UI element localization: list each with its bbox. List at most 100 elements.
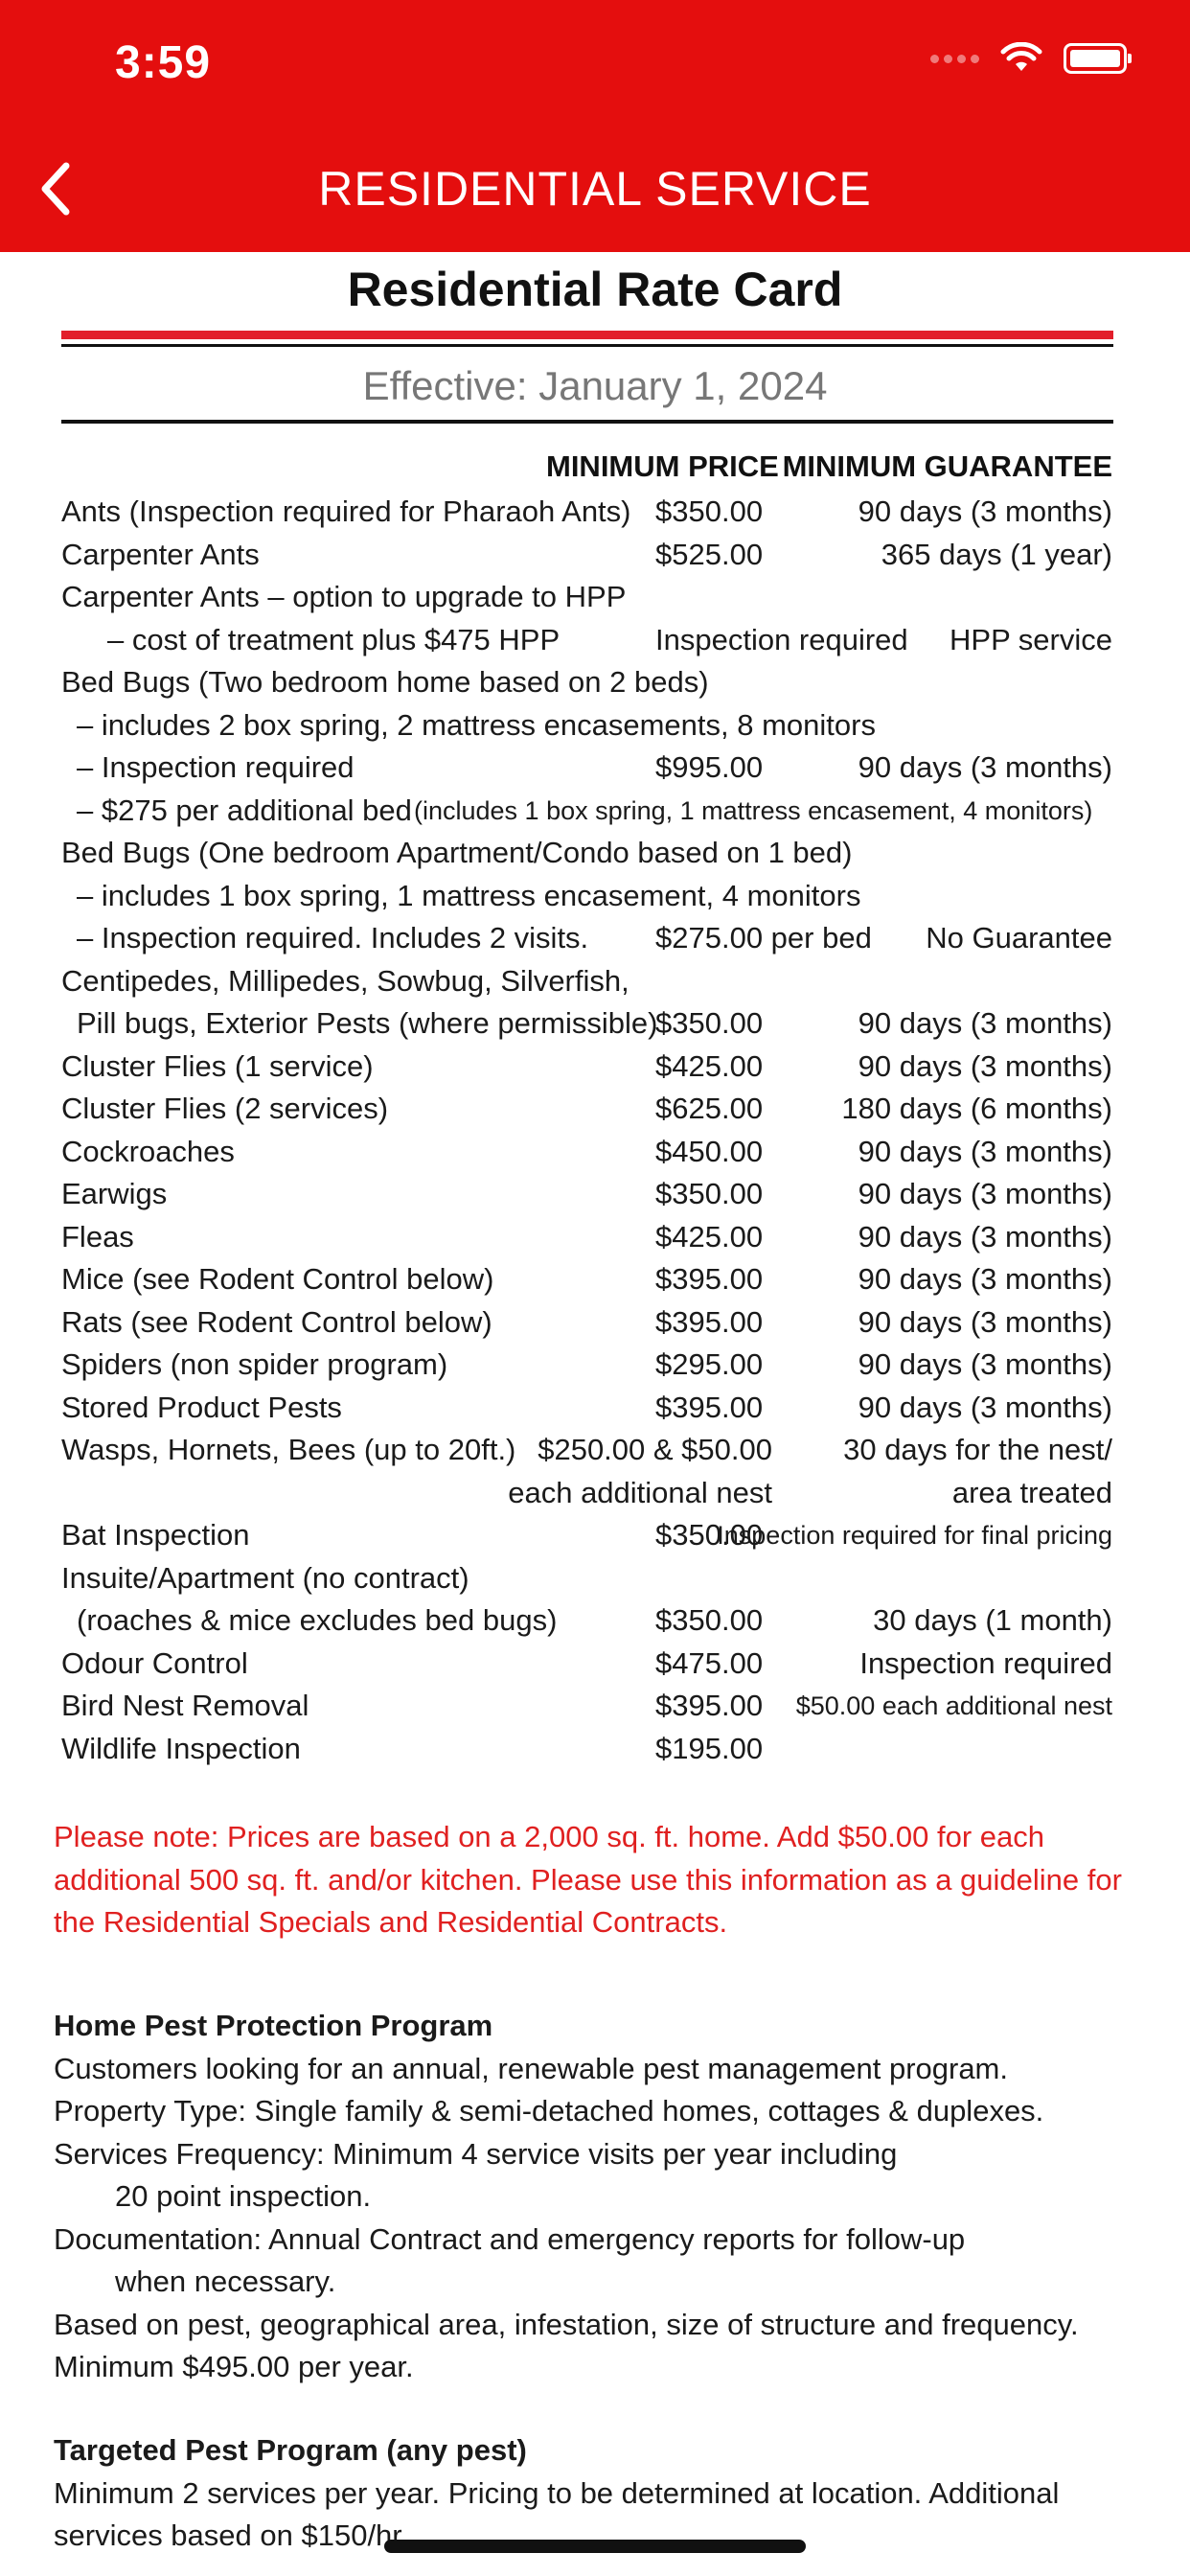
column-header-price: MINIMUM PRICE	[546, 449, 779, 483]
rate-label: – includes 1 box spring, 1 mattress enca…	[77, 878, 861, 912]
rate-card-document[interactable]: Residential Rate Card Effective: January…	[0, 252, 1190, 2576]
wifi-icon	[1000, 42, 1042, 71]
rate-price: $425.00	[655, 1048, 764, 1083]
rate-guarantee: No Guarantee	[926, 921, 1112, 954]
rate-row: Carpenter Ants $525.00 365 days (1 year)	[0, 534, 1190, 577]
rate-price: Inspection required	[655, 622, 908, 656]
battery-icon	[1064, 43, 1132, 74]
hpp-line: Property Type: Single family & semi-deta…	[54, 2094, 1044, 2128]
rate-price: $425.00	[655, 1219, 764, 1254]
rate-label: Bed Bugs (Two bedroom home based on 2 be…	[61, 665, 709, 699]
rate-guarantee: 90 days (3 months)	[858, 1177, 1112, 1210]
rate-guarantee: 90 days (3 months)	[858, 1048, 1112, 1083]
rate-guarantee: 90 days (3 months)	[858, 1219, 1112, 1254]
rate-guarantee: Inspection required	[859, 1645, 1112, 1680]
pricing-note: Please note: Prices are based on a 2,000…	[54, 1820, 1122, 1939]
divider	[61, 420, 1113, 424]
rate-row: – cost of treatment plus $475 HPP Inspect…	[0, 619, 1190, 662]
rate-label: Rats (see Rodent Control below)	[61, 1304, 492, 1339]
rate-label: Earwigs	[61, 1177, 168, 1210]
rate-row: Earwigs $350.00 90 days (3 months)	[0, 1173, 1190, 1216]
rate-row: Bat Inspection $350.00 Inspection required…	[0, 1514, 1190, 1557]
rate-label: Wildlife Inspection	[61, 1731, 301, 1765]
rate-price: $995.00	[655, 750, 764, 784]
tpp-heading: Targeted Pest Program (any pest)	[54, 2433, 527, 2467]
rate-price: $395.00	[655, 1689, 764, 1722]
rate-row: – Inspection required. Includes 2 visits…	[0, 917, 1190, 960]
column-header-guarantee: MINIMUM GUARANTEE	[782, 449, 1112, 483]
rate-price: $395.00	[655, 1390, 764, 1424]
rate-row: Bird Nest Removal $395.00 $50.00 each addi…	[0, 1685, 1190, 1728]
rate-price: $295.00	[655, 1347, 764, 1381]
rate-guarantee: HPP service	[950, 622, 1112, 656]
tpp-section: Targeted Pest Program (any pest) Minimum…	[54, 2429, 1146, 2558]
status-time: 3:59	[115, 37, 212, 88]
rate-price: $275.00 per bed	[655, 921, 872, 954]
rate-guarantee: Inspection required for final pricing	[717, 1521, 1112, 1550]
rate-row: each additional nest area treated	[0, 1472, 1190, 1515]
hpp-line: Services Frequency: Minimum 4 service vi…	[54, 2136, 898, 2171]
home-indicator	[384, 2540, 806, 2553]
rate-row: (roaches & mice excludes bed bugs) $350.0…	[0, 1599, 1190, 1643]
divider-red	[61, 331, 1113, 339]
rate-row: Spiders (non spider program) $295.00 90 da…	[0, 1344, 1190, 1387]
rate-label: – $275 per additional bed	[77, 793, 412, 827]
status-icons	[930, 42, 1132, 75]
hpp-line: 20 point inspection.	[115, 2179, 372, 2213]
tpp-line: Minimum 2 services per year. Pricing to …	[54, 2475, 1060, 2510]
rate-label: Centipedes, Millipedes, Sowbug, Silverfi…	[61, 963, 629, 998]
rate-row: Fleas $425.00 90 days (3 months)	[0, 1216, 1190, 1259]
rate-label-note: (includes 1 box spring, 1 mattress encas…	[414, 795, 1093, 825]
rate-label: Carpenter Ants	[61, 537, 260, 571]
app-header: 3:59 RESIDENTIAL SERVICE	[0, 0, 1190, 252]
rate-row: Bed Bugs (One bedroom Apartment/Condo ba…	[0, 832, 1190, 875]
rate-price: $625.00	[655, 1092, 764, 1125]
page-title: RESIDENTIAL SERVICE	[318, 162, 872, 216]
rate-row: – Inspection required $995.00 90 days (3 m…	[0, 747, 1190, 790]
signal-icon	[930, 54, 979, 63]
rate-guarantee: 90 days (3 months)	[858, 1134, 1112, 1168]
divider-thin	[61, 344, 1113, 347]
rate-price: $395.00	[655, 1304, 764, 1339]
rate-price: $450.00	[655, 1134, 764, 1168]
rate-row: – includes 1 box spring, 1 mattress enca…	[0, 875, 1190, 918]
rate-label: Stored Product Pests	[61, 1390, 342, 1424]
rate-guarantee: 365 days (1 year)	[881, 537, 1112, 571]
rate-guarantee: 90 days (3 months)	[858, 494, 1112, 528]
rate-label: – includes 2 box spring, 2 mattress enca…	[77, 707, 876, 742]
rate-label: (roaches & mice excludes bed bugs)	[77, 1603, 558, 1637]
rate-row: Mice (see Rodent Control below) $395.00 90…	[0, 1258, 1190, 1301]
rate-label: Mice (see Rodent Control below)	[61, 1262, 494, 1296]
rate-row: Rats (see Rodent Control below) $395.00 90…	[0, 1301, 1190, 1345]
rate-price: $350.00	[655, 1006, 764, 1040]
rate-label: Insuite/Apartment (no contract)	[61, 1560, 469, 1595]
rate-row: Ants (Inspection required for Pharaoh An…	[0, 491, 1190, 534]
rate-row: Wildlife Inspection $195.00	[0, 1728, 1190, 1771]
rate-label: – cost of treatment plus $475 HPP	[107, 622, 561, 656]
rate-row: Cluster Flies (2 services) $625.00 180 day…	[0, 1088, 1190, 1131]
rate-guarantee: 90 days (3 months)	[858, 1304, 1112, 1339]
rate-guarantee: area treated	[951, 1475, 1112, 1509]
rate-label: Cluster Flies (1 service)	[61, 1048, 374, 1083]
rate-row: Insuite/Apartment (no contract)	[0, 1557, 1190, 1600]
rate-label: Spiders (non spider program)	[61, 1347, 448, 1381]
rate-price: $350.00	[655, 1603, 764, 1637]
rate-row: Cockroaches $450.00 90 days (3 months)	[0, 1131, 1190, 1174]
rate-label: Cockroaches	[61, 1134, 235, 1168]
rate-price: $395.00	[655, 1262, 764, 1296]
rate-price: $475.00	[655, 1645, 764, 1680]
rate-label: Pill bugs, Exterior Pests (where permiss…	[77, 1006, 658, 1040]
rate-label: Carpenter Ants – option to upgrade to HP…	[61, 580, 627, 613]
rate-guarantee: 30 days (1 month)	[873, 1603, 1112, 1637]
rate-price: $250.00 & $50.00	[538, 1433, 772, 1466]
rate-row: Wasps, Hornets, Bees (up to 20ft.) $250.0…	[0, 1429, 1190, 1472]
rate-label: Bat Inspection	[61, 1518, 250, 1552]
rate-guarantee: 180 days (6 months)	[841, 1092, 1112, 1125]
hpp-heading: Home Pest Protection Program	[54, 2009, 493, 2042]
rate-price: $195.00	[655, 1731, 764, 1765]
rate-guarantee: 30 days for the nest/	[843, 1433, 1112, 1466]
rate-label: Odour Control	[61, 1645, 248, 1680]
hpp-line: when necessary.	[115, 2265, 336, 2298]
rate-row: Pill bugs, Exterior Pests (where permiss…	[0, 1002, 1190, 1046]
rate-row: Odour Control $475.00 Inspection required	[0, 1643, 1190, 1686]
